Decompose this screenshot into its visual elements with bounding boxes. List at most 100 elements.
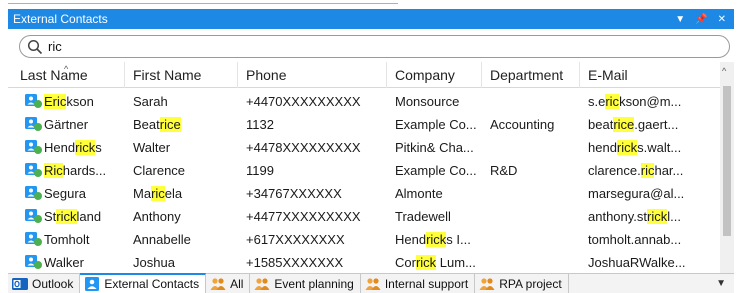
cell-text: Segura [44,186,86,201]
cell-text: St [44,209,57,224]
cell-text: +4478XXXXXXXXX [246,140,361,155]
column-header-last-name[interactable]: ^ Last Name [12,62,125,88]
search-match-highlight: Eric [44,94,67,109]
cell-first-name: Walter [125,136,238,159]
cell-phone: +4477XXXXXXXXX [238,205,387,228]
cell-company: Example Co... [387,113,482,136]
cell-text: Cor [395,255,416,270]
table-row[interactable]: Erickson Sarah +4470XXXXXXXXX Monsource s.er… [8,90,720,113]
cell-text: Anthony [133,209,181,224]
cell-last-name: Segura [44,182,125,205]
table-row[interactable]: Segura Maricela +34767XXXXXX Almonte marsegu… [8,182,720,205]
column-header-first-name[interactable]: First Name [125,62,238,88]
cell-text: Sarah [133,94,168,109]
pane-title-bar: External Contacts ▼ 📌 ✕ [8,9,734,29]
cell-text: Almonte [395,186,443,201]
cell-company: Corrick Lum... [387,251,482,273]
contacts-table: ^ Last Name First Name Phone Company Dep… [8,62,734,273]
column-header-email[interactable]: E-Mail [580,62,720,88]
scrollbar-thumb[interactable] [723,86,731,236]
search-input[interactable] [48,39,648,54]
cell-email: clarence.richar... [580,159,720,182]
cell-text: Beat [133,117,160,132]
table-row[interactable]: Richards... Clarence 1199 Example Co... R&D c… [8,159,720,182]
search-match-highlight: ric [151,186,165,201]
table-row[interactable]: Tomholt Annabelle +617XXXXXXXX Hendricks I.… [8,228,720,251]
cell-text: 1132 [246,117,274,132]
cell-first-name: Joshua [125,251,238,273]
tab-label: RPA project [499,276,562,291]
search-match-highlight: rice [613,117,635,132]
scroll-up-icon[interactable]: ^ [722,66,726,76]
vertical-scrollbar[interactable]: ^ [720,62,734,273]
cell-text: Example Co... [395,117,477,132]
contact-card-icon [25,117,42,131]
contact-card-icon [25,232,42,246]
cell-last-name: Richards... [44,159,125,182]
cell-text: Joshua [133,255,175,270]
cell-text: Monsource [395,94,460,109]
cell-text: Hend [395,232,427,247]
column-header-department[interactable]: Department [482,62,580,88]
table-row[interactable]: Gärtner Beatrice 1132 Example Co... Accounti… [8,113,720,136]
cell-last-name: Erickson [44,90,125,113]
tab-all[interactable]: All [206,274,251,293]
column-header-company[interactable]: Company [387,62,482,88]
table-row[interactable]: Walker Joshua +1585XXXXXXX Corrick Lum... Jo… [8,251,720,273]
cell-text: beat [588,117,614,132]
cell-first-name: Sarah [125,90,238,113]
search-match-highlight: rick [647,209,668,224]
cell-last-name: Walker [44,251,125,273]
table-row[interactable]: St rick land Anthony +4477XXXXXXXXX Tradewell… [8,205,720,228]
cell-text: tomholt.annab... [588,232,682,247]
column-header-phone[interactable]: Phone [238,62,387,88]
cell-first-name: Clarence [125,159,238,182]
cell-company: Hendricks I... [387,228,482,251]
cell-text: l... [667,209,681,224]
cell-text: 1199 [246,163,274,178]
cell-department [482,251,580,273]
sort-ascending-icon: ^ [64,64,69,74]
cell-last-name: Tomholt [44,228,125,251]
cell-text: Accounting [490,117,555,132]
search-match-highlight: rice [159,117,181,132]
table-row[interactable]: Hendricks Walter +4478XXXXXXXXX Pitkin& Cha… [8,136,720,159]
pane-menu-icon[interactable]: ▼ [675,14,685,25]
search-box[interactable] [19,35,730,58]
cell-text: +34767XXXXXX [246,186,342,201]
cell-text: s [95,140,102,155]
tab-external-contacts[interactable]: External Contacts [80,273,207,293]
group-icon [479,277,495,290]
group-icon [210,277,226,290]
cell-text: Example Co... [395,163,477,178]
cell-text: Lum... [436,255,476,270]
search-icon [27,39,43,54]
cell-email: beatrice.gaert... [580,113,720,136]
cell-email: anthony.strickl... [580,205,720,228]
cell-department: R&D [482,159,580,182]
tab-rpa-project[interactable]: RPA project [475,274,569,293]
cell-text: s.walt... [637,140,682,155]
cell-text: hards... [62,163,107,178]
cell-text: Clarence [133,163,186,178]
tab-internal-support[interactable]: Internal support [361,274,476,293]
cell-text: Ma [133,186,152,201]
cell-phone: 1199 [238,159,387,182]
tab-overflow-icon[interactable]: ▼ [716,278,734,289]
cell-company: Monsource [387,90,482,113]
pin-icon[interactable]: 📌 [695,14,707,25]
cell-text: land [76,209,102,224]
tab-event-planning[interactable]: Event planning [250,274,361,293]
tab-outlook[interactable]: Outlook [8,274,81,293]
cell-text: +1585XXXXXXX [246,255,344,270]
cell-email: tomholt.annab... [580,228,720,251]
pane-title: External Contacts [13,12,108,26]
cell-text: Tradewell [395,209,451,224]
cell-text: Gärtner [44,117,89,132]
cell-company: Tradewell [387,205,482,228]
table-header: ^ Last Name First Name Phone Company Dep… [8,62,720,88]
cell-email: s.erickson@m... [580,90,720,113]
cell-phone: 1132 [238,113,387,136]
close-icon[interactable]: ✕ [718,14,726,25]
cell-text: Pitkin& Cha... [395,140,474,155]
